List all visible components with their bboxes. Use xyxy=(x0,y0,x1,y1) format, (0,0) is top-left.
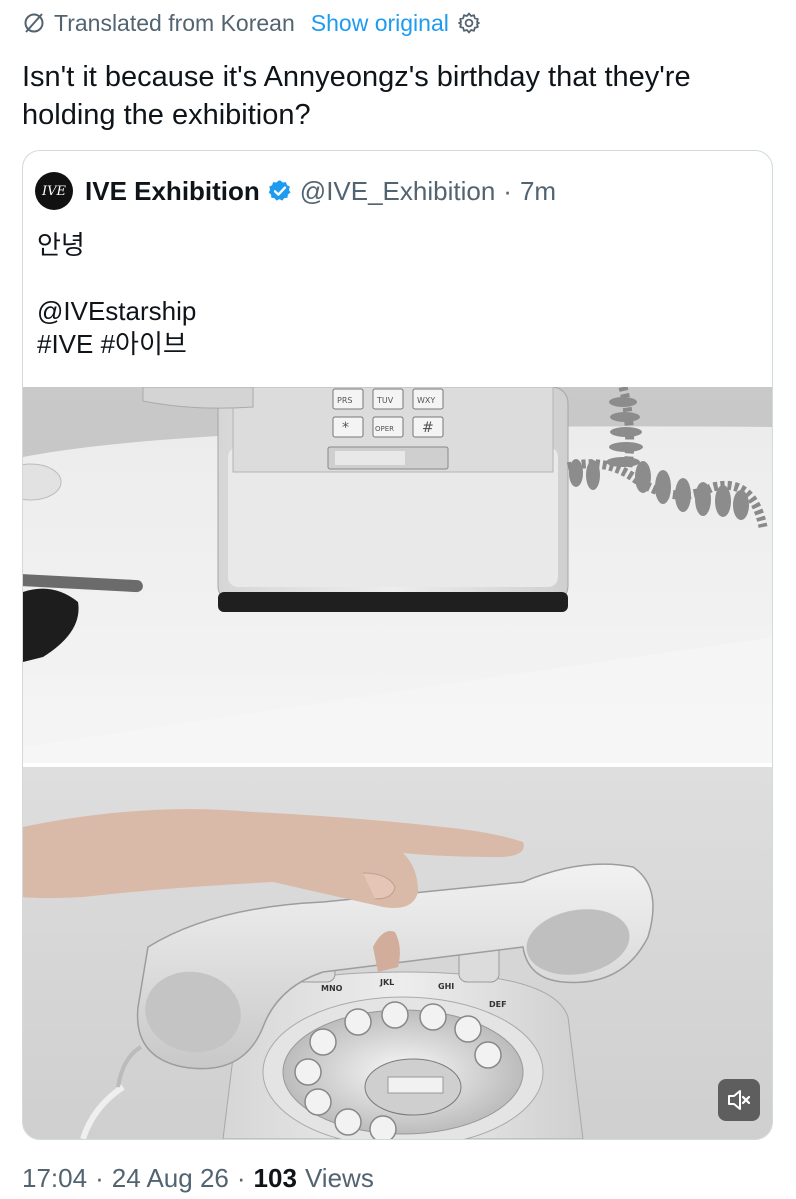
dial-letters-ghi: GHI xyxy=(438,982,454,991)
meta-separator: · xyxy=(95,1162,104,1193)
views-count: 103 xyxy=(253,1162,297,1193)
quote-timestamp[interactable]: 7m xyxy=(520,176,556,207)
separator-dot: · xyxy=(503,175,512,206)
mute-toggle-button[interactable] xyxy=(718,1079,760,1121)
quote-line-mention: @IVEstarship xyxy=(37,296,197,326)
quote-body: 안녕 @IVEstarship #IVE #아이브 xyxy=(37,229,737,361)
dial-letters-def: DEF xyxy=(489,1000,507,1009)
views-label: Views xyxy=(304,1162,374,1193)
key-label-star: * xyxy=(342,420,349,436)
tweet-time[interactable]: 17:04 xyxy=(22,1163,87,1194)
quote-media[interactable]: PRS TUV WXY * OPER # JKL GHI MNO DEF xyxy=(23,387,772,1139)
avatar-logo-text: IVE xyxy=(41,183,66,199)
tweet-meta: 17:04 · 24 Aug 26 · 103 Views xyxy=(22,1158,374,1198)
key-label-prs: PRS xyxy=(337,396,352,405)
key-label-tuv: TUV xyxy=(376,396,394,405)
quote-header: IVE IVE Exhibition @IVE_Exhibition · 7m xyxy=(35,171,556,211)
tweet-date[interactable]: 24 Aug 26 xyxy=(112,1163,229,1194)
quote-line-greeting: 안녕 xyxy=(37,230,85,260)
speaker-muted-icon xyxy=(726,1087,752,1113)
quote-line-blank xyxy=(37,262,737,295)
verified-badge-icon xyxy=(268,179,292,203)
gear-icon[interactable] xyxy=(457,11,481,35)
translate-icon xyxy=(22,11,46,35)
translation-label: Translated from Korean xyxy=(54,9,295,36)
tweet-text: Isn't it because it's Annyeongz's birthd… xyxy=(22,61,691,131)
show-original-link[interactable]: Show original xyxy=(311,10,449,37)
avatar[interactable]: IVE xyxy=(35,172,73,210)
dial-letters-jkl: JKL xyxy=(379,978,394,987)
quote-author-handle[interactable]: @IVE_Exhibition xyxy=(300,176,496,207)
keypad: PRS TUV WXY * OPER # xyxy=(327,388,449,470)
quoted-tweet-card[interactable]: IVE IVE Exhibition @IVE_Exhibition · 7m … xyxy=(22,150,773,1140)
meta-separator: · xyxy=(236,1162,246,1193)
key-label-oper: OPER xyxy=(375,425,394,433)
quote-author-name[interactable]: IVE Exhibition xyxy=(85,176,260,207)
quote-line-hashtags: #IVE #아이브 xyxy=(37,329,187,359)
key-label-wxy: WXY xyxy=(417,396,435,405)
translation-bar: Translated from Korean Show original xyxy=(22,6,481,40)
dial-letters-mno: MNO xyxy=(321,984,343,993)
key-label-hash: # xyxy=(422,420,434,436)
telephone-photo: PRS TUV WXY * OPER # JKL GHI MNO DEF xyxy=(23,387,772,1139)
